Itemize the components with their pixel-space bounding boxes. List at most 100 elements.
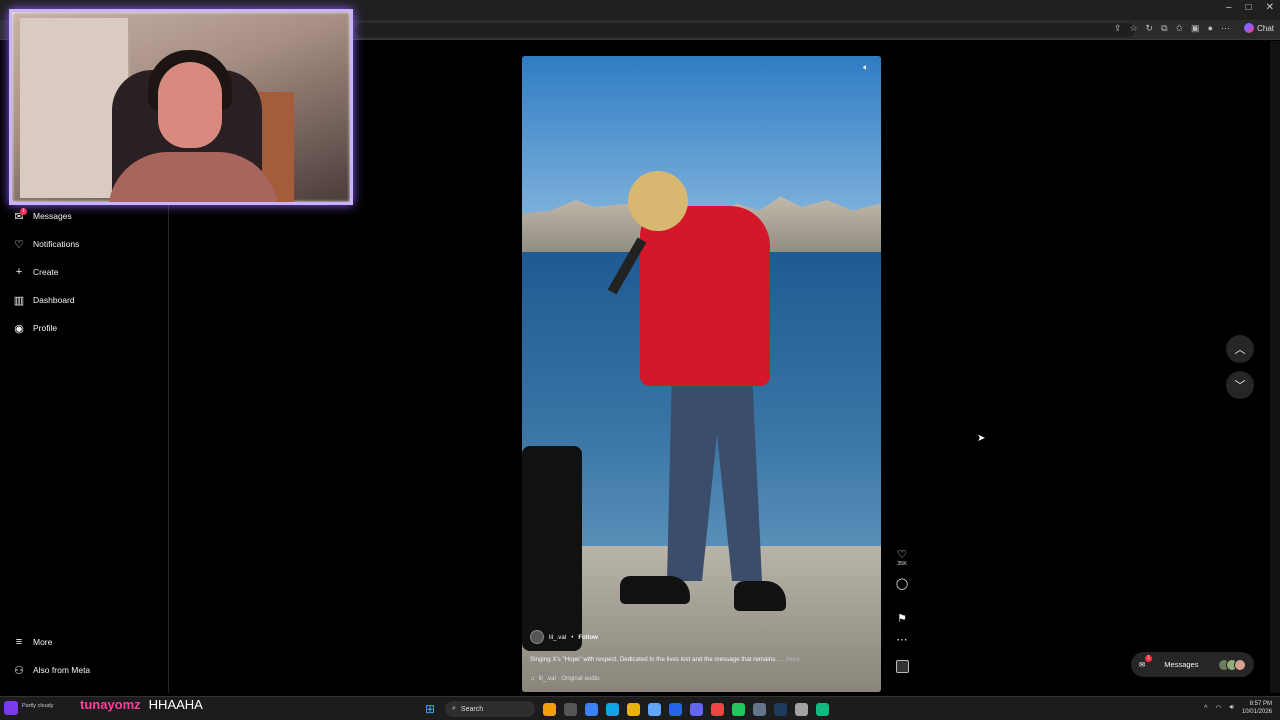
copilot-icon[interactable] xyxy=(585,702,598,716)
search-icon: ⌕ xyxy=(452,705,456,712)
copilot-chat-button[interactable]: Chat xyxy=(1244,23,1274,33)
hamburger-icon: ≡ xyxy=(15,636,23,648)
more-link[interactable]: ... more xyxy=(779,656,800,663)
previous-reel-button[interactable]: ︿ xyxy=(1226,335,1254,363)
chat-username: tunayomz xyxy=(80,697,141,712)
follow-button[interactable]: Follow xyxy=(578,634,598,641)
app-icon[interactable] xyxy=(543,702,556,716)
more-options-icon[interactable]: ⋯ xyxy=(897,633,908,646)
app-icon[interactable] xyxy=(816,702,829,716)
video-singer-sweater xyxy=(640,206,770,386)
video-shoe-right xyxy=(734,581,786,611)
taskbar-center: ⊞ ⌕ Search xyxy=(423,701,829,717)
sidebar-item-also-from-meta[interactable]: ⚇ Also from Meta xyxy=(13,660,90,680)
description-text: Singing X's "Hope" with respect. Dedicat… xyxy=(530,656,778,663)
messages-pill[interactable]: ✉ 1 Messages xyxy=(1131,652,1254,677)
sidebar-item-dashboard[interactable]: ▥ Dashboard xyxy=(13,290,75,310)
windows-start-icon[interactable]: ⊞ xyxy=(423,702,437,716)
stream-chat-overlay: tunayomz HHAAHA xyxy=(80,697,203,712)
reel-description: Singing X's "Hope" with respect. Dedicat… xyxy=(530,656,851,663)
taskbar-left-apps xyxy=(4,701,18,715)
sidebar-item-more[interactable]: ≡ More xyxy=(13,632,53,652)
sidebar-item-label: Also from Meta xyxy=(33,665,91,675)
messages-badge: 1 xyxy=(20,207,27,215)
audio-thumbnail[interactable] xyxy=(895,660,909,673)
mouse-cursor-icon: ➤ xyxy=(977,433,986,444)
system-tray: ^ ◠ 🔊︎ 8:57 PM 10/01/2026 xyxy=(1204,700,1272,716)
meta-icon: ⚇ xyxy=(14,664,24,677)
reel-caption: lil_.val • Follow Singing X's "Hope" wit… xyxy=(530,630,851,682)
sidebar-item-label: Create xyxy=(33,267,59,277)
chevron-up-icon: ︿ xyxy=(1234,344,1246,356)
dashboard-icon: ▥ xyxy=(13,294,25,307)
window-controls: – □ ✕ xyxy=(1226,2,1274,13)
weather-widget[interactable]: Partly cloudy xyxy=(22,703,54,709)
network-icon[interactable]: ◠ xyxy=(1215,704,1221,712)
edge-icon[interactable] xyxy=(606,702,619,716)
messages-pill-label: Messages xyxy=(1164,660,1199,669)
next-reel-button[interactable]: ﹀ xyxy=(1226,371,1254,399)
avatar: ◉ xyxy=(14,322,24,335)
sidebar-item-profile[interactable]: ◉ Profile xyxy=(13,318,57,338)
messenger-icon: ✉ 1 xyxy=(13,207,27,223)
app-icon[interactable] xyxy=(795,702,808,716)
like-icon[interactable]: ♡ xyxy=(897,548,907,561)
collections-icon[interactable]: ▣ xyxy=(1191,23,1200,34)
url-input[interactable] xyxy=(355,23,1135,37)
spotify-icon[interactable] xyxy=(732,702,745,716)
menu-icon[interactable]: ⋯ xyxy=(1221,23,1230,34)
minimize-button[interactable]: – xyxy=(1226,2,1232,13)
star-icon[interactable]: ☆ xyxy=(1129,23,1137,34)
video-singer-head xyxy=(628,171,688,231)
music-note-icon: ♫ xyxy=(530,675,535,682)
browser-toolbar: ⇪ ☆ ↻ ⧉ ✩ ▣ ● ⋯ xyxy=(1114,23,1230,34)
reel-audio[interactable]: ♫ lil_.val · Original audio xyxy=(530,675,851,682)
page-scrollbar[interactable] xyxy=(1270,41,1280,693)
messenger-icon: ✉ xyxy=(1139,660,1146,669)
favorites-icon[interactable]: ✩ xyxy=(1176,23,1184,34)
taskbar-search[interactable]: ⌕ Search xyxy=(445,701,535,717)
refresh-icon[interactable]: ↻ xyxy=(1146,23,1154,34)
sidebar-item-label: Messages xyxy=(33,211,72,221)
share-icon[interactable]: ⇪ xyxy=(1114,23,1122,34)
app-icon[interactable] xyxy=(4,701,18,715)
video-shoe-left xyxy=(620,576,690,604)
extensions-icon[interactable]: ⧉ xyxy=(1161,23,1167,34)
mute-icon[interactable]: 🔈︎ xyxy=(859,62,873,76)
webcam-overlay xyxy=(9,9,353,205)
settings-icon[interactable] xyxy=(753,702,766,716)
messages-pill-badge: 1 xyxy=(1145,655,1153,662)
reel-author-row: lil_.val • Follow xyxy=(530,630,851,644)
mail-icon[interactable] xyxy=(669,702,682,716)
reel-video[interactable]: 🔈︎ lil_.val • Follow Singing X's "Hope" … xyxy=(522,56,881,692)
author-avatar[interactable] xyxy=(530,630,544,644)
heart-icon: ♡ xyxy=(14,238,24,251)
date: 10/01/2026 xyxy=(1241,709,1272,715)
time: 8:57 PM xyxy=(1249,701,1272,707)
close-button[interactable]: ✕ xyxy=(1266,2,1274,13)
comment-icon[interactable]: ◯ xyxy=(896,577,908,590)
clock[interactable]: 8:57 PM 10/01/2026 xyxy=(1242,700,1272,716)
file-explorer-icon[interactable] xyxy=(627,702,640,716)
separator-dot: • xyxy=(571,633,574,641)
store-icon[interactable] xyxy=(648,702,661,716)
avatar xyxy=(1234,658,1246,671)
audio-label: lil_.val · Original audio xyxy=(538,675,600,682)
maximize-button[interactable]: □ xyxy=(1246,2,1252,13)
sidebar-item-notifications[interactable]: ♡ Notifications xyxy=(13,234,79,254)
steam-icon[interactable] xyxy=(774,702,787,716)
video-speaker xyxy=(522,446,582,651)
sidebar-item-create[interactable]: + Create xyxy=(13,262,59,282)
app-icon[interactable] xyxy=(711,702,724,716)
author-username[interactable]: lil_.val xyxy=(549,634,566,641)
task-view-icon[interactable] xyxy=(564,702,577,716)
profile-icon[interactable]: ● xyxy=(1208,23,1213,34)
save-icon[interactable]: ⚑ xyxy=(897,612,907,625)
volume-icon[interactable]: 🔊︎ xyxy=(1230,704,1234,712)
chevron-down-icon: ﹀ xyxy=(1234,380,1246,392)
tray-chevron-icon[interactable]: ^ xyxy=(1204,705,1207,712)
discord-icon[interactable] xyxy=(690,702,703,716)
chat-message: HHAAHA xyxy=(148,697,203,712)
sidebar-item-messages[interactable]: ✉ 1 Messages xyxy=(13,206,72,226)
sidebar-item-label: Dashboard xyxy=(33,295,75,305)
